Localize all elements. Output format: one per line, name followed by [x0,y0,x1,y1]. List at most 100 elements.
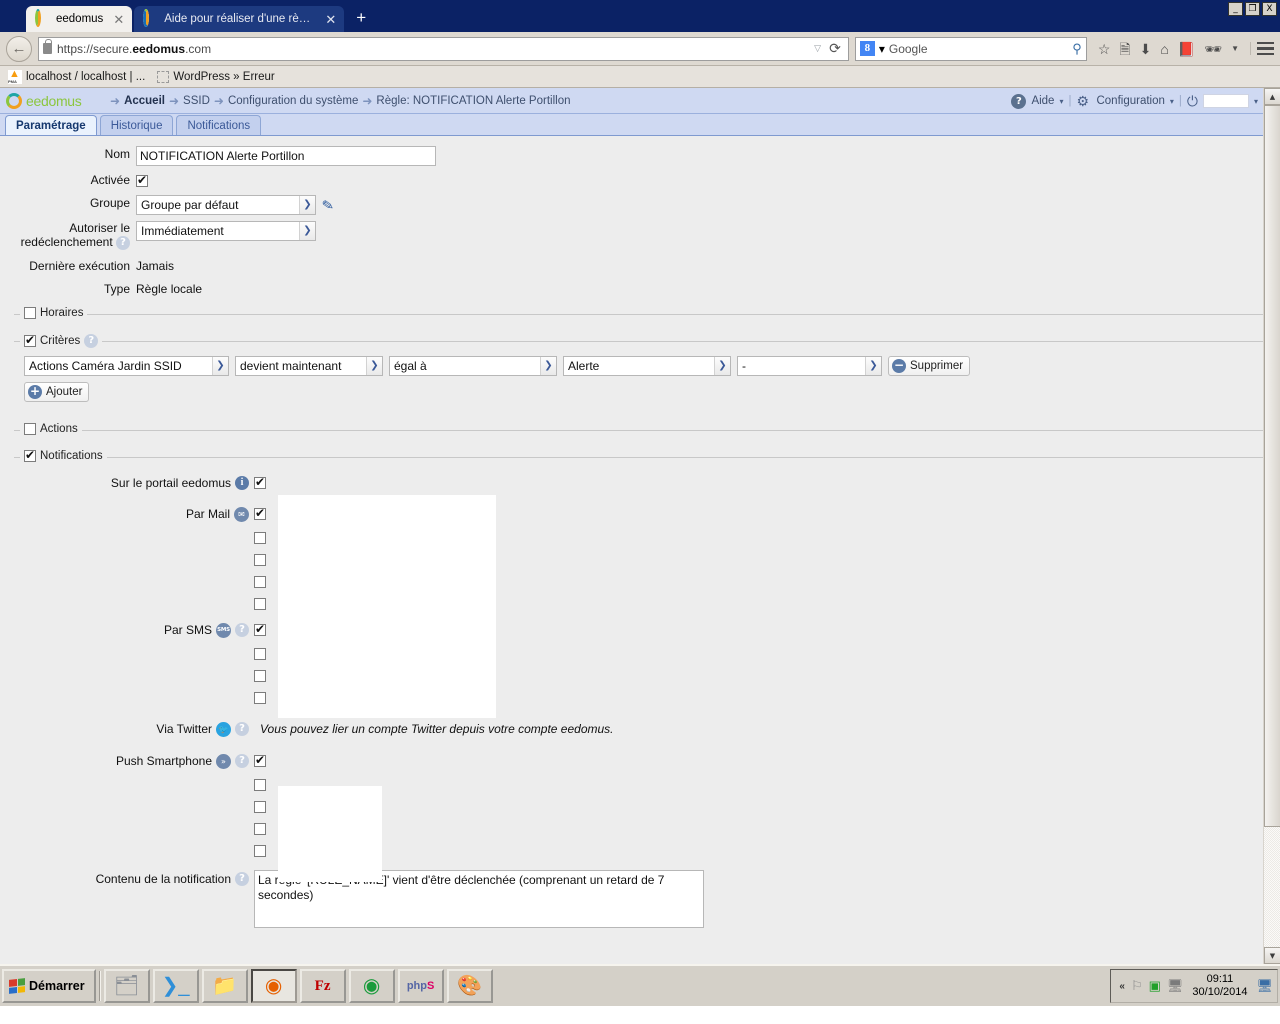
search-bar[interactable]: 8 ▾ Google ⚲ [854,36,1087,61]
flag-icon[interactable]: ⚐ [1131,978,1143,994]
tray-clock[interactable]: 09:11 30/10/2014 [1189,973,1250,999]
reading-list-icon[interactable]: 🗎 [1119,42,1130,56]
notif-sms-extra-checkbox[interactable] [254,691,266,704]
chevron-down-icon[interactable]: ▾ [1059,97,1063,106]
close-icon[interactable]: ✕ [109,13,124,26]
browser-tab-0[interactable]: eedomus ✕ [26,6,133,32]
scrollbar-thumb[interactable] [1264,105,1280,827]
power-icon[interactable]: ⏻ [1187,93,1198,110]
chevron-down-icon[interactable]: ▾ [1170,97,1174,106]
app-header-actions: ? Aide ▾ | ⚙ Configuration ▾ | ⏻ ▾ [1011,88,1258,114]
notepad-icon[interactable]: ▣ [1149,978,1161,994]
criteres-checkbox[interactable] [24,333,36,347]
notif-push-extra-checkbox[interactable] [254,778,266,791]
groupe-select[interactable]: Groupe par défaut ❯ [136,195,316,215]
download-icon[interactable]: ⬇ [1140,42,1152,56]
activee-checkbox[interactable] [136,173,148,187]
pocket-icon[interactable]: 📕 [1178,42,1195,56]
taskbar-server-manager[interactable]: 🗂 [103,969,150,1003]
show-desktop-icon[interactable]: 🖥 [1256,978,1273,994]
hamburger-menu-icon[interactable] [1250,41,1274,56]
help-icon[interactable]: ? [235,871,249,886]
star-icon[interactable]: ☆ [1098,42,1111,56]
overflow-icon[interactable]: ▼ [1231,44,1239,53]
close-icon[interactable]: ✕ [321,13,336,26]
bookmark-item[interactable]: WordPress » Erreur [157,70,275,83]
home-icon[interactable]: ⌂ [1160,42,1168,56]
address-bar[interactable]: https://secure.eedomus.com ▽ ⟳ [38,36,849,61]
notif-mail-extra-checkbox[interactable] [254,531,266,544]
help-icon[interactable]: ? [235,722,249,737]
tab-historique[interactable]: Historique [99,115,174,135]
help-icon[interactable]: ? [235,754,249,769]
taskbar-phpstorm[interactable]: phpS [397,969,444,1003]
scroll-down-button[interactable]: ▼ [1264,947,1280,964]
reload-icon[interactable]: ⟳ [826,40,844,57]
criteria-trigger-select[interactable]: devient maintenant ❯ [235,355,383,376]
notif-portail-checkbox[interactable] [254,475,266,489]
close-window-button[interactable]: X [1262,2,1277,16]
chevron-down-icon[interactable]: ▽ [814,43,821,54]
taskbar-chrome[interactable]: ◉ [348,969,395,1003]
network-icon[interactable]: 🖥 [1167,978,1184,994]
info-icon[interactable]: i [235,475,249,490]
notifications-checkbox[interactable] [24,448,36,462]
criteria-extra-select[interactable]: - ❯ [737,355,882,376]
criteria-operator-select[interactable]: égal à ❯ [389,355,557,376]
new-tab-button[interactable]: + [346,6,376,32]
notif-push-extra-checkbox[interactable] [254,800,266,813]
maximize-button[interactable]: ❐ [1245,2,1260,16]
edit-pencil-icon[interactable]: ✎ [321,196,336,215]
notif-push-checkbox[interactable] [254,753,266,768]
supprimer-button[interactable]: − Supprimer [888,355,971,376]
start-button[interactable]: Démarrer [2,969,96,1003]
notif-mail-extra-checkbox[interactable] [254,575,266,588]
chevron-down-icon[interactable]: ▾ [1254,97,1258,106]
back-button[interactable]: ← [6,35,32,62]
browser-tab-1[interactable]: Aide pour réaliser d'une règle ... ✕ [134,6,345,32]
tray-expand-icon[interactable]: « [1119,981,1125,992]
breadcrumb-item-accueil[interactable]: Accueil [124,95,165,107]
criteria-device-select[interactable]: Actions Caméra Jardin SSID ❯ [24,355,229,376]
help-icon[interactable]: ? [84,333,99,348]
help-icon[interactable]: ? [235,623,249,638]
nom-input[interactable] [136,146,436,166]
noscript-icon[interactable]: 🕶 [1204,42,1222,56]
minimize-button[interactable]: _ [1228,2,1243,16]
tab-notifications[interactable]: Notifications [176,115,262,135]
tab-parametrage[interactable]: Paramétrage [5,115,97,135]
brand-logo[interactable]: eedomus [6,92,110,109]
autoriser-select[interactable]: Immédiatement ❯ [136,221,316,241]
notif-push-extra-checkbox[interactable] [254,822,266,835]
notif-sms-checkbox[interactable] [254,622,266,637]
taskbar-file-explorer[interactable]: 📁 [201,969,248,1003]
label-type: Type [103,281,130,296]
page-scrollbar[interactable]: ▲ ▼ [1263,88,1280,964]
help-icon[interactable]: ? [116,235,130,250]
notif-mail-extra-checkbox[interactable] [254,597,266,610]
criteria-row: Actions Caméra Jardin SSID ❯ devient mai… [14,348,1270,376]
user-field[interactable] [1202,94,1249,108]
taskbar-powershell[interactable]: ❯_ [152,969,199,1003]
notif-sms-extra-checkbox[interactable] [254,647,266,660]
taskbar-firefox[interactable]: ◉ [250,969,297,1003]
actions-checkbox[interactable] [24,422,36,435]
taskbar-filezilla[interactable]: Fz [299,969,346,1003]
chevron-down-icon[interactable]: ▾ [879,42,885,56]
breadcrumb-item-ssid[interactable]: SSID [183,95,210,107]
scroll-up-button[interactable]: ▲ [1264,88,1280,105]
search-icon[interactable]: ⚲ [1072,41,1082,57]
taskbar-paint[interactable]: 🎨 [446,969,493,1003]
bookmark-item[interactable]: localhost / localhost | ... [8,69,145,84]
search-input[interactable]: Google [889,42,1068,56]
notif-push-extra-checkbox[interactable] [254,844,266,857]
notif-mail-checkbox[interactable] [254,506,266,521]
help-menu[interactable]: Aide [1031,95,1054,107]
breadcrumb-item-config[interactable]: Configuration du système [228,95,358,107]
notif-mail-extra-checkbox[interactable] [254,553,266,566]
ajouter-button[interactable]: + Ajouter [24,381,90,402]
criteria-value-select[interactable]: Alerte ❯ [563,355,731,376]
configuration-menu[interactable]: Configuration [1096,95,1164,107]
notif-sms-extra-checkbox[interactable] [254,669,266,682]
horaires-checkbox[interactable] [24,306,36,319]
